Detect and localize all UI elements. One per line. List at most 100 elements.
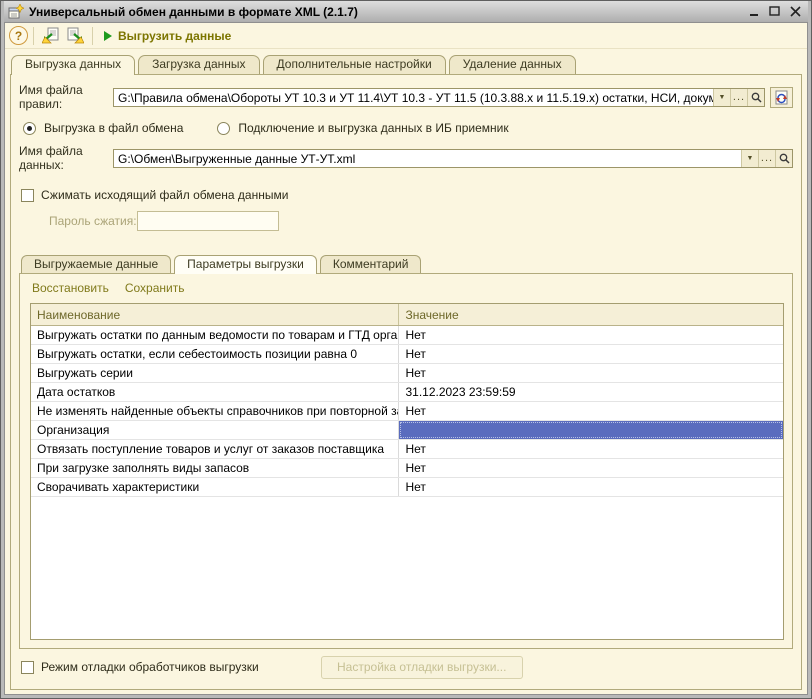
rules-file-row: Имя файла правил: G:\Правила обмена\Обор… [19, 83, 793, 111]
password-row: Пароль сжатия: [49, 211, 793, 231]
help-icon: ? [15, 29, 22, 43]
tab-export-parameters[interactable]: Параметры выгрузки [174, 255, 317, 274]
compress-label: Сжимать исходящий файл обмена данными [41, 188, 288, 202]
param-name-cell[interactable]: Сворачивать характеристики [31, 478, 399, 496]
data-file-open-button[interactable] [775, 150, 792, 167]
param-name-cell[interactable]: Выгружать серии [31, 364, 399, 382]
window-icon [8, 4, 24, 19]
param-name-cell[interactable]: Отвязать поступление товаров и услуг от … [31, 440, 399, 458]
tab-delete-data[interactable]: Удаление данных [449, 55, 576, 74]
table-row[interactable]: Выгружать серии Нет [31, 364, 783, 383]
magnifier-icon [751, 92, 762, 103]
toolbar: ? [5, 23, 807, 49]
magnifier-icon [779, 153, 790, 164]
restore-values-button[interactable] [39, 25, 63, 47]
radio-export-to-file[interactable] [23, 122, 36, 135]
export-data-label: Выгрузить данные [118, 29, 231, 43]
compress-row: Сжимать исходящий файл обмена данными [21, 188, 793, 202]
play-icon [104, 31, 112, 41]
main-tab-strip: Выгрузка данных Загрузка данных Дополнит… [5, 49, 807, 74]
toolbar-separator [33, 27, 34, 45]
inner-tab-strip: Выгружаемые данные Параметры выгрузки Ко… [19, 255, 793, 273]
table-row[interactable]: Отвязать поступление товаров и услуг от … [31, 440, 783, 459]
minimize-button[interactable] [745, 4, 762, 19]
data-file-input[interactable]: G:\Обмен\Выгруженные данные УТ-УТ.xml ▼ … [113, 149, 793, 168]
reload-rules-button[interactable] [770, 87, 793, 108]
param-name-cell[interactable]: Не изменять найденные объекты справочник… [31, 402, 399, 420]
title-bar[interactable]: Универсальный обмен данными в формате XM… [4, 1, 808, 22]
radio-export-to-infobase-label: Подключение и выгрузка данных в ИБ прием… [238, 121, 508, 135]
param-value-cell[interactable]: Нет [399, 459, 783, 477]
table-header-row: Наименование Значение [31, 304, 783, 326]
param-value-cell[interactable]: Нет [399, 345, 783, 363]
param-name-cell[interactable]: Дата остатков [31, 383, 399, 401]
debug-mode-checkbox[interactable] [21, 661, 34, 674]
param-name-cell[interactable]: При загрузке заполнять виды запасов [31, 459, 399, 477]
chevron-down-icon: ▼ [747, 155, 754, 162]
help-button[interactable]: ? [9, 26, 28, 45]
param-value-cell[interactable]: Нет [399, 440, 783, 458]
command-row: Восстановить Сохранить [30, 281, 784, 295]
save-button[interactable]: Сохранить [125, 281, 185, 295]
parameters-table: Наименование Значение Выгружать остатки … [30, 303, 784, 640]
table-row[interactable]: Дата остатков 31.12.2023 23:59:59 [31, 383, 783, 402]
table-row[interactable]: Выгружать остатки, если себестоимость по… [31, 345, 783, 364]
radio-export-to-infobase[interactable] [217, 122, 230, 135]
data-file-row: Имя файла данных: G:\Обмен\Выгруженные д… [19, 144, 793, 172]
ellipsis-icon: ... [761, 152, 773, 164]
param-value-cell[interactable]: Нет [399, 478, 783, 496]
chevron-down-icon: ▼ [719, 94, 726, 101]
table-row[interactable]: При загрузке заполнять виды запасов Нет [31, 459, 783, 478]
compress-checkbox[interactable] [21, 189, 34, 202]
param-value-cell[interactable]: Нет [399, 402, 783, 420]
column-header-value[interactable]: Значение [399, 304, 783, 325]
export-mode-row: Выгрузка в файл обмена Подключение и выг… [23, 121, 793, 135]
rules-file-input[interactable]: G:\Правила обмена\Обороты УТ 10.3 и УТ 1… [113, 88, 765, 107]
param-value-cell[interactable]: 31.12.2023 23:59:59 [399, 383, 783, 401]
table-row-selected[interactable]: Организация [31, 421, 783, 440]
data-file-browse-button[interactable]: ... [758, 150, 775, 167]
table-empty-area [31, 497, 783, 639]
reload-rules-icon [774, 90, 789, 105]
param-name-cell[interactable]: Организация [31, 421, 399, 439]
param-value-cell-selected[interactable] [399, 421, 783, 439]
maximize-button[interactable] [766, 4, 783, 19]
data-file-value: G:\Обмен\Выгруженные данные УТ-УТ.xml [114, 150, 741, 167]
param-name-cell[interactable]: Выгружать остатки, если себестоимость по… [31, 345, 399, 363]
toolbar-separator [92, 27, 93, 45]
tab-exported-data[interactable]: Выгружаемые данные [21, 255, 171, 273]
table-row[interactable]: Не изменять найденные объекты справочник… [31, 402, 783, 421]
data-file-label: Имя файла данных: [19, 144, 113, 172]
tab-additional-settings[interactable]: Дополнительные настройки [263, 55, 446, 74]
restore-button[interactable]: Восстановить [32, 281, 109, 295]
rules-file-browse-button[interactable]: ... [730, 89, 747, 106]
param-value-cell[interactable]: Нет [399, 326, 783, 344]
rules-file-label: Имя файла правил: [19, 83, 113, 111]
export-data-button[interactable]: Выгрузить данные [98, 25, 237, 47]
minimize-icon [749, 7, 759, 17]
param-name-cell[interactable]: Выгружать остатки по данным ведомости по… [31, 326, 399, 344]
debug-settings-button: Настройка отладки выгрузки... [321, 656, 523, 679]
tab-comment[interactable]: Комментарий [320, 255, 422, 273]
data-file-dropdown-button[interactable]: ▼ [741, 150, 758, 167]
param-value-cell[interactable]: Нет [399, 364, 783, 382]
save-values-button[interactable] [63, 25, 87, 47]
column-header-name[interactable]: Наименование [31, 304, 399, 325]
tab-export-data[interactable]: Выгрузка данных [11, 55, 135, 75]
rules-file-dropdown-button[interactable]: ▼ [713, 89, 730, 106]
maximize-icon [769, 6, 780, 17]
rules-file-open-button[interactable] [747, 89, 764, 106]
export-tab-page: Имя файла правил: G:\Правила обмена\Обор… [10, 74, 802, 690]
close-button[interactable] [787, 4, 804, 19]
save-values-icon [66, 27, 84, 44]
ellipsis-icon: ... [733, 91, 745, 103]
table-row[interactable]: Выгружать остатки по данным ведомости по… [31, 326, 783, 345]
app-window: Универсальный обмен данными в формате XM… [0, 0, 812, 699]
window-title: Универсальный обмен данными в формате XM… [29, 5, 741, 19]
client-area: ? [4, 22, 808, 695]
table-row[interactable]: Сворачивать характеристики Нет [31, 478, 783, 497]
debug-mode-label: Режим отладки обработчиков выгрузки [41, 660, 259, 674]
tab-import-data[interactable]: Загрузка данных [138, 55, 259, 74]
rules-file-value: G:\Правила обмена\Обороты УТ 10.3 и УТ 1… [114, 89, 713, 106]
export-parameters-page: Восстановить Сохранить Наименование Знач… [19, 273, 793, 649]
